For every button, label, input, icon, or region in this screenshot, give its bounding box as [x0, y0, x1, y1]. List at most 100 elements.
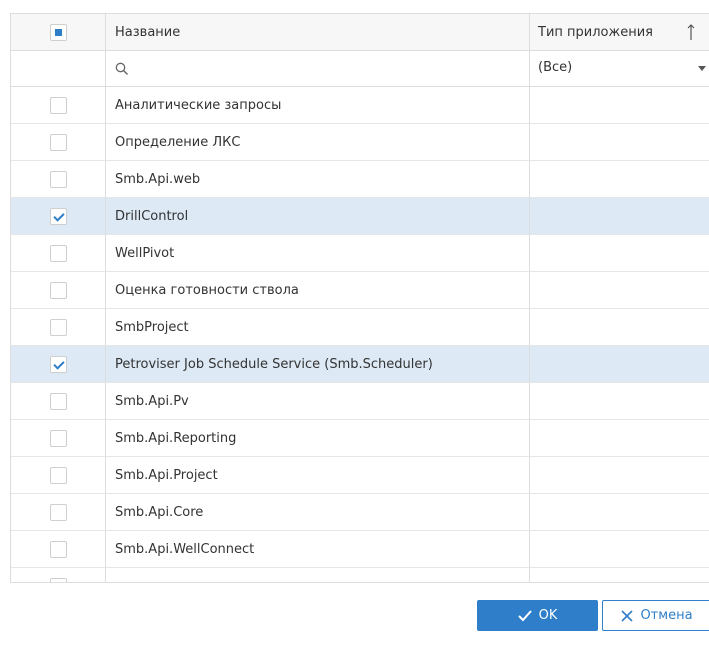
check-icon [517, 609, 532, 622]
row-type-cell [530, 309, 709, 345]
select-all-checkbox[interactable] [49, 23, 67, 41]
table-row[interactable]: Smb.Api.Core [11, 494, 709, 531]
row-select-cell [11, 457, 106, 493]
row-checkbox[interactable] [49, 133, 67, 151]
row-type-cell [530, 124, 709, 160]
row-checkbox[interactable] [49, 429, 67, 447]
row-checkbox[interactable] [49, 577, 67, 582]
row-name-cell: SmbProject [106, 309, 530, 345]
chevron-down-icon[interactable] [698, 66, 706, 71]
row-name-text: Smb.Api.Pv [115, 393, 189, 409]
row-select-cell [11, 309, 106, 345]
ok-button-label: OK [538, 608, 558, 623]
row-type-cell [530, 531, 709, 567]
row-name-text: DrillControl [115, 208, 189, 224]
cancel-button-label: Отмена [640, 608, 693, 623]
table-row[interactable]: Аналитические запросы [11, 87, 709, 124]
row-name-cell: WellPivot [106, 235, 530, 271]
row-select-cell [11, 346, 106, 382]
row-type-cell [530, 457, 709, 493]
row-select-cell [11, 161, 106, 197]
type-filter-select[interactable]: (Все) [530, 51, 709, 86]
row-type-cell [530, 383, 709, 419]
type-column-label: Тип приложения [538, 24, 653, 40]
row-select-cell [11, 87, 106, 123]
row-checkbox[interactable] [49, 355, 67, 373]
row-select-cell [11, 531, 106, 567]
row-type-cell [530, 87, 709, 123]
row-checkbox[interactable] [49, 281, 67, 299]
row-checkbox[interactable] [49, 392, 67, 410]
row-name-text: WellPivot [115, 245, 175, 261]
grid-filter-row: (Все) [11, 51, 709, 87]
table-row[interactable]: Определение ЛКС [11, 124, 709, 161]
row-type-cell [530, 235, 709, 271]
row-select-cell [11, 383, 106, 419]
sort-arrow-up-icon[interactable] [686, 23, 696, 41]
row-name-cell: Smb.Api.web [106, 161, 530, 197]
row-type-cell [530, 198, 709, 234]
row-type-cell [530, 494, 709, 530]
row-checkbox[interactable] [49, 207, 67, 225]
row-checkbox[interactable] [49, 540, 67, 558]
table-row[interactable]: Smb.Api.Project [11, 457, 709, 494]
filter-empty-cell [11, 51, 106, 86]
row-name-text: Определение ЛКС [115, 134, 241, 150]
row-checkbox[interactable] [49, 96, 67, 114]
row-name-cell: Аналитические запросы [106, 87, 530, 123]
row-name-text: Оценка готовности ствола [115, 282, 299, 298]
applications-grid: Название Тип приложения (Все) Аналитичес… [10, 13, 709, 583]
row-type-cell [530, 568, 709, 582]
table-row[interactable]: Smb.Api.Pv [11, 383, 709, 420]
row-name-text: Smb.Api.WellConnect [115, 541, 255, 557]
row-type-cell [530, 272, 709, 308]
table-row[interactable] [11, 568, 709, 582]
row-checkbox[interactable] [49, 244, 67, 262]
row-name-text: Petroviser Job Schedule Service (Smb.Sch… [115, 356, 433, 372]
row-name-cell [106, 568, 530, 582]
row-name-text: SmbProject [115, 319, 189, 335]
table-row[interactable]: Оценка готовности ствола [11, 272, 709, 309]
row-name-cell: Smb.Api.Reporting [106, 420, 530, 456]
name-column-header[interactable]: Название [106, 14, 530, 50]
row-select-cell [11, 272, 106, 308]
row-type-cell [530, 161, 709, 197]
row-select-cell [11, 568, 106, 582]
row-name-cell: Smb.Api.Project [106, 457, 530, 493]
cancel-button[interactable]: Отмена [602, 600, 709, 631]
name-column-label: Название [115, 24, 181, 40]
row-name-cell: Smb.Api.WellConnect [106, 531, 530, 567]
table-row[interactable]: Petroviser Job Schedule Service (Smb.Sch… [11, 346, 709, 383]
table-row[interactable]: SmbProject [11, 309, 709, 346]
row-name-cell: Smb.Api.Pv [106, 383, 530, 419]
select-all-cell [11, 14, 106, 50]
row-checkbox[interactable] [49, 170, 67, 188]
row-name-text: Smb.Api.web [115, 171, 201, 187]
table-row[interactable]: Smb.Api.WellConnect [11, 531, 709, 568]
row-type-cell [530, 346, 709, 382]
row-checkbox[interactable] [49, 466, 67, 484]
row-checkbox[interactable] [49, 318, 67, 336]
row-select-cell [11, 124, 106, 160]
grid-header-row: Название Тип приложения [11, 14, 709, 51]
row-checkbox[interactable] [49, 503, 67, 521]
table-row[interactable]: DrillControl [11, 198, 709, 235]
row-name-text: Smb.Api.Core [115, 504, 204, 520]
search-icon [115, 62, 128, 75]
table-row[interactable]: Smb.Api.web [11, 161, 709, 198]
row-name-cell: Определение ЛКС [106, 124, 530, 160]
row-select-cell [11, 235, 106, 271]
name-filter-cell[interactable] [106, 51, 530, 86]
row-select-cell [11, 198, 106, 234]
type-column-header[interactable]: Тип приложения [530, 14, 709, 50]
row-select-cell [11, 420, 106, 456]
table-row[interactable]: Smb.Api.Reporting [11, 420, 709, 457]
row-name-cell: Оценка готовности ствола [106, 272, 530, 308]
ok-button[interactable]: OK [477, 600, 598, 631]
row-name-cell: Petroviser Job Schedule Service (Smb.Sch… [106, 346, 530, 382]
table-row[interactable]: WellPivot [11, 235, 709, 272]
type-filter-value: (Все) [538, 60, 573, 75]
row-name-cell: Smb.Api.Core [106, 494, 530, 530]
row-name-text: Аналитические запросы [115, 97, 282, 113]
row-type-cell [530, 420, 709, 456]
